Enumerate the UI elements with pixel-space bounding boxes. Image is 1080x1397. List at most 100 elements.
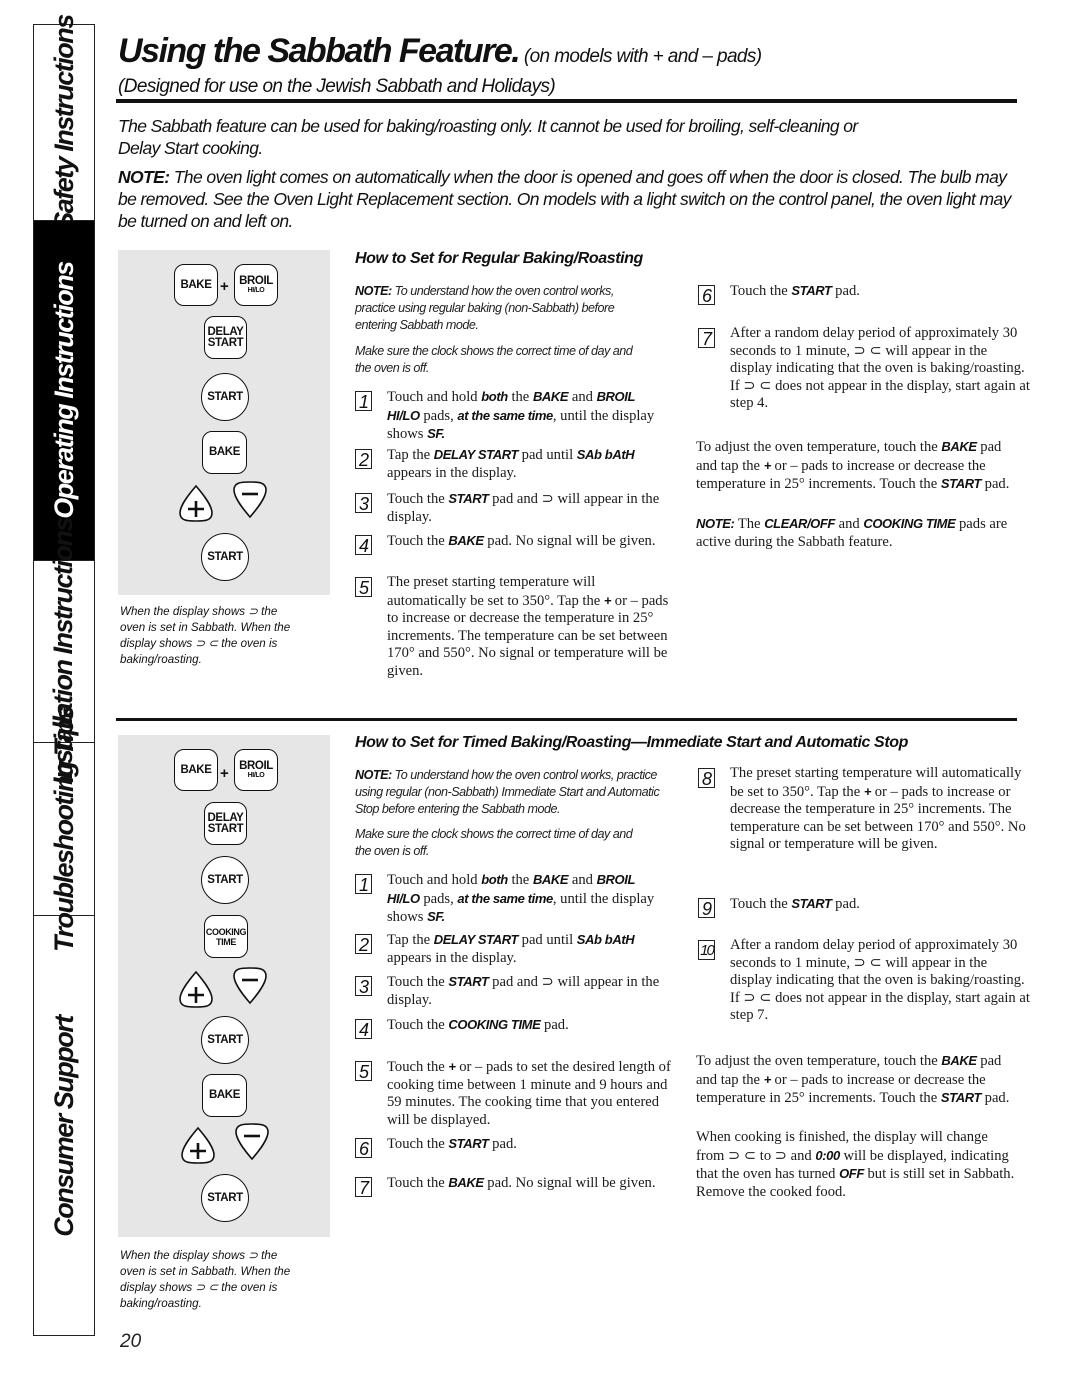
text: the bbox=[507, 389, 533, 405]
text: Touch and hold bbox=[387, 389, 482, 405]
keyword: 0:00 bbox=[815, 1147, 840, 1163]
tab-troubleshooting-tips[interactable]: Troubleshooting Tips bbox=[34, 707, 94, 952]
keyword: BAKE bbox=[448, 533, 484, 548]
plus-pad-icon bbox=[181, 1126, 215, 1164]
adjust-temperature-paragraph: To adjust the oven temperature, touch th… bbox=[696, 1052, 1016, 1108]
keyword: CLEAR/OFF bbox=[764, 516, 835, 531]
pad-label: START bbox=[207, 873, 243, 886]
step-number: 3 bbox=[355, 976, 372, 997]
pad-label: DELAY bbox=[207, 325, 244, 338]
caption-line: display shows ⊃ ⊂ the oven is bbox=[120, 637, 278, 650]
step-text: Touch the COOKING TIME pad. bbox=[387, 1016, 667, 1039]
text: To adjust the oven temperature, touch th… bbox=[696, 1053, 942, 1069]
step-item: 4 Touch the BAKE pad. No signal will be g… bbox=[355, 532, 657, 556]
keyword: START bbox=[448, 974, 489, 989]
note-label: NOTE: bbox=[118, 167, 170, 187]
tab-operating-instructions[interactable]: Operating Instructions bbox=[34, 221, 94, 561]
keyword: BAKE bbox=[532, 872, 569, 887]
pad-label: BAKE bbox=[180, 763, 212, 776]
pad-label: BAKE bbox=[209, 446, 240, 458]
pad-label: START bbox=[207, 822, 244, 835]
pad-label: BAKE bbox=[180, 278, 212, 291]
text: Touch the bbox=[730, 896, 792, 912]
pad-label: START bbox=[207, 1191, 243, 1204]
step-text: Touch and hold both the BAKE and BROIL H… bbox=[387, 388, 657, 444]
keyword: START bbox=[940, 476, 982, 492]
step-item: 8 The preset starting temperature will au… bbox=[698, 765, 1030, 854]
adjust-temperature-paragraph: To adjust the oven temperature, touch th… bbox=[696, 438, 1016, 494]
pad-label: TIME bbox=[216, 936, 236, 947]
text: and bbox=[568, 389, 597, 405]
step-number: 9 bbox=[698, 898, 715, 919]
cooking-finished-paragraph: When cooking is finished, the display wi… bbox=[696, 1129, 1016, 1201]
keyword: START bbox=[448, 1136, 489, 1151]
text: pad. No signal will be given. bbox=[483, 1175, 656, 1191]
plus-join-icon: + bbox=[220, 765, 229, 782]
text: Touch the bbox=[387, 1017, 449, 1033]
plus-join-icon: + bbox=[220, 278, 229, 295]
keyword: DELAY START bbox=[433, 932, 519, 947]
caption-line: oven is set in Sabbath. When the bbox=[120, 1265, 291, 1278]
text: Touch the bbox=[387, 533, 449, 549]
pad-diagram-regular: BAKE + BROIL HI/LO DELAY START START BAKE … bbox=[118, 250, 330, 595]
pad-sublabel: HI/LO bbox=[247, 286, 265, 294]
keyword: SF. bbox=[427, 426, 445, 442]
step-text: After a random delay period of approxima… bbox=[730, 325, 1030, 413]
step-number: 6 bbox=[355, 1138, 372, 1159]
note-label: NOTE: bbox=[355, 768, 392, 782]
keyword: OFF bbox=[839, 1166, 864, 1182]
start-pad: START bbox=[201, 856, 249, 904]
step-text: Touch the + or – pads to set the desired… bbox=[387, 1058, 677, 1129]
delay-start-pad: DELAY START bbox=[204, 802, 247, 845]
step-number: 10 bbox=[698, 940, 715, 960]
section-tab-strip: Safety Instructions Operating Instructio… bbox=[33, 15, 95, 1337]
text: After a random delay period of approxima… bbox=[730, 937, 1030, 1024]
tab-safety-instructions[interactable]: Safety Instructions bbox=[34, 15, 94, 230]
bake-pad: BAKE bbox=[202, 1074, 247, 1117]
text: Touch the bbox=[730, 283, 792, 299]
keyword: SAb bAtH bbox=[576, 932, 635, 947]
page-number: 20 bbox=[120, 1331, 142, 1352]
keyword: + bbox=[763, 457, 772, 473]
caption-line: When the display shows ⊃ the bbox=[120, 605, 278, 618]
intro-paragraph: The Sabbath feature can be used for baki… bbox=[118, 116, 858, 158]
step-text: Touch the START pad and ⊃ will appear in… bbox=[387, 490, 667, 526]
delay-start-pad: DELAY START bbox=[204, 316, 247, 359]
pad-label: START bbox=[207, 1033, 243, 1046]
step-text: The preset starting temperature will aut… bbox=[387, 574, 677, 681]
text: and bbox=[834, 516, 864, 532]
title-main: Using the Sabbath Feature. bbox=[118, 32, 521, 70]
section-divider bbox=[116, 718, 1017, 721]
tab-label: Consumer Support bbox=[48, 1016, 79, 1237]
step-text: Touch the START pad. bbox=[730, 282, 1030, 305]
step-item: 6 Touch the START pad. bbox=[698, 282, 1030, 306]
step-number: 3 bbox=[355, 493, 372, 514]
start-pad: START bbox=[201, 533, 249, 581]
text: pad. bbox=[831, 283, 860, 299]
text: the bbox=[507, 872, 533, 888]
keyword: COOKING TIME bbox=[448, 1017, 541, 1032]
keyword: START bbox=[791, 283, 832, 298]
keyword: SAb bAtH bbox=[576, 447, 635, 462]
practice-note: NOTE: To understand how the oven control… bbox=[355, 767, 675, 818]
clock-note: Make sure the clock shows the correct ti… bbox=[355, 827, 633, 858]
text: Tap the bbox=[387, 447, 434, 463]
keyword: START bbox=[940, 1090, 982, 1106]
step-item: 3 Touch the START pad and ⊃ will appear i… bbox=[355, 973, 667, 1009]
text: and bbox=[568, 872, 597, 888]
step-number: 5 bbox=[355, 1061, 372, 1082]
step-item: 7 After a random delay period of approxim… bbox=[698, 325, 1030, 413]
caption-line: baking/roasting. bbox=[120, 1297, 202, 1310]
step-item: 2 Tap the DELAY START pad until SAb bAtH … bbox=[355, 931, 657, 967]
pad-label: START bbox=[207, 390, 243, 403]
tab-consumer-support[interactable]: Consumer Support bbox=[34, 916, 94, 1337]
step-item: 9 Touch the START pad. bbox=[698, 895, 1030, 919]
minus-pad-icon bbox=[235, 1123, 269, 1161]
text: Touch the bbox=[387, 1059, 449, 1075]
page-title: Using the Sabbath Feature. (on models wi… bbox=[118, 32, 762, 71]
note-text: The oven light comes on automatically wh… bbox=[118, 167, 1011, 231]
pad-label: COOKING bbox=[205, 926, 247, 937]
step-text: Touch the BAKE pad. No signal will be gi… bbox=[387, 1174, 657, 1197]
sabbath-display-caption: When the display shows ⊃ the oven is set… bbox=[120, 1248, 325, 1312]
title-suffix: (on models with + and – pads) bbox=[519, 46, 762, 67]
